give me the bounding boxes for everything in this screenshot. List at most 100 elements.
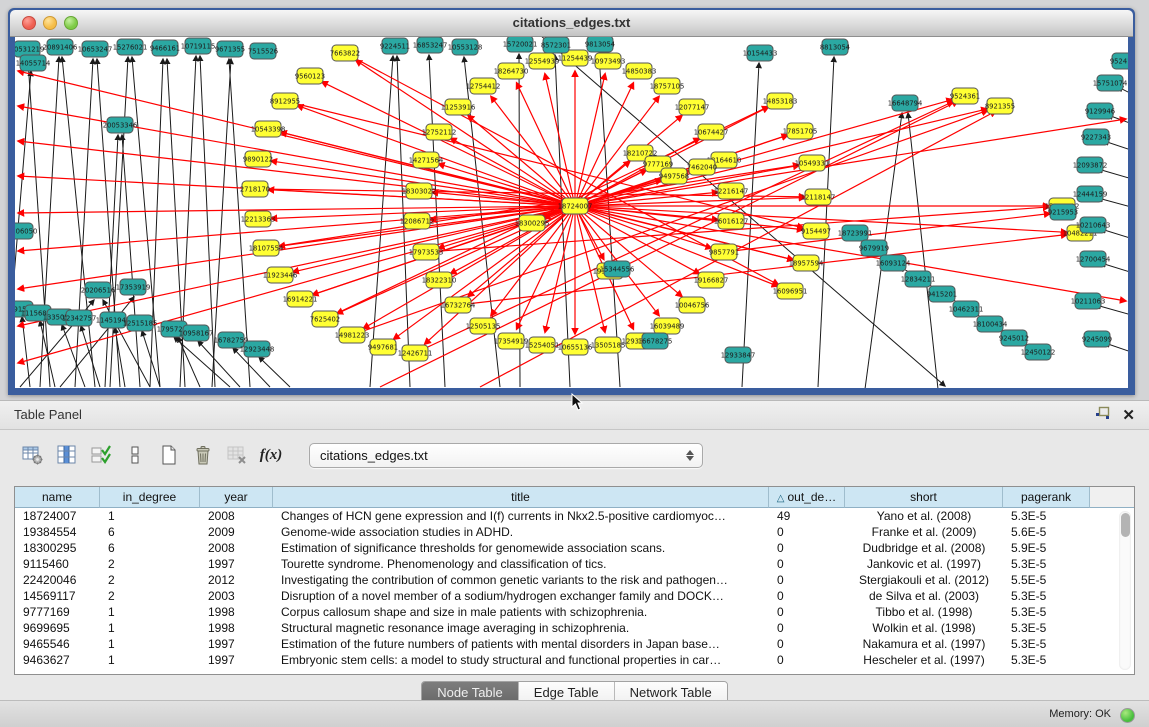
graph-node[interactable]: 15344556 xyxy=(600,261,635,277)
graph-node-selected[interactable]: 10046756 xyxy=(675,297,710,313)
graph-node-selected[interactable]: 7663822 xyxy=(330,45,360,61)
graph-node[interactable]: 16648794 xyxy=(888,95,923,111)
scrollbar-thumb[interactable] xyxy=(1121,513,1130,537)
graph-node-selected[interactable]: 16096951 xyxy=(773,283,808,299)
graph-node[interactable]: 10653247 xyxy=(78,41,113,57)
table-row[interactable]: 1830029562008Estimation of significance … xyxy=(15,540,1134,556)
graph-node-selected[interactable]: 16914221 xyxy=(283,291,318,307)
graph-node-selected[interactable]: 12752112 xyxy=(422,124,457,140)
graph-node-selected[interactable]: 12086712 xyxy=(400,213,435,229)
graph-node-selected[interactable]: 18957594 xyxy=(789,255,824,271)
graph-node-selected[interactable]: 7625402 xyxy=(310,311,340,327)
graph-node-selected[interactable]: 11253916 xyxy=(441,99,476,115)
table-row[interactable]: 1456911722003Disruption of a novel membe… xyxy=(15,588,1134,604)
graph-node[interactable]: 9813054 xyxy=(585,37,615,52)
graph-node[interactable]: 12444159 xyxy=(1073,186,1108,202)
graph-node-selected[interactable]: 16732764 xyxy=(441,297,476,313)
float-panel-icon[interactable] xyxy=(1095,406,1110,425)
graph-node-selected[interactable]: 12118147 xyxy=(801,189,836,205)
table-row[interactable]: 2242004622012Investigating the contribut… xyxy=(15,572,1134,588)
graph-node-selected[interactable]: 14981223 xyxy=(335,327,370,343)
graph-node-selected[interactable]: 18107554 xyxy=(249,240,284,256)
graph-node-selected[interactable]: 10549331 xyxy=(795,155,830,171)
graph-node-selected[interactable]: 12426711 xyxy=(398,345,433,361)
row-select-icon[interactable] xyxy=(89,443,113,467)
graph-node[interactable]: 12093872 xyxy=(1073,157,1108,173)
graph-node-selected[interactable]: 9524361 xyxy=(950,88,980,104)
graph-node[interactable]: 12515185 xyxy=(123,315,158,331)
table-selector-dropdown[interactable]: citations_edges.txt xyxy=(309,443,703,468)
graph-node-selected[interactable]: 12505135 xyxy=(466,318,501,334)
graph-node[interactable]: 16853247 xyxy=(413,37,448,53)
graph-node[interactable]: 16093124 xyxy=(876,255,911,271)
graph-node-selected[interactable]: 11923446 xyxy=(263,267,298,283)
graph-node-selected[interactable]: 18724007 xyxy=(558,198,593,214)
graph-node[interactable]: 9415201 xyxy=(927,286,957,302)
column-header-out_de[interactable]: △out_de… xyxy=(769,487,845,508)
graph-node-selected[interactable]: 18264730 xyxy=(494,63,529,79)
graph-node[interactable]: 25206050 xyxy=(15,223,37,239)
graph-node[interactable]: 14055714 xyxy=(16,55,51,71)
graph-node[interactable]: 15276021 xyxy=(113,39,148,55)
graph-node-selected[interactable]: 12216147 xyxy=(714,183,749,199)
graph-node[interactable]: 10553128 xyxy=(448,39,483,55)
graph-node[interactable]: 9224511 xyxy=(380,38,410,54)
graph-node-selected[interactable]: 12754412 xyxy=(466,78,501,94)
show-column-icon[interactable] xyxy=(55,443,79,467)
table-row[interactable]: 977716911998Corpus callosum shape and si… xyxy=(15,604,1134,620)
graph-node[interactable]: 9129946 xyxy=(1085,103,1115,119)
graph-node[interactable]: 10154433 xyxy=(743,45,778,61)
delete-column-icon[interactable] xyxy=(191,443,215,467)
graph-node[interactable]: 17353919 xyxy=(116,279,151,295)
graph-node[interactable]: 20206516 xyxy=(81,282,116,298)
graph-node[interactable]: 9466161 xyxy=(150,40,180,56)
graph-node[interactable]: 10719115 xyxy=(181,38,216,54)
graph-node[interactable]: 10462311 xyxy=(949,301,984,317)
graph-node[interactable]: 15720021 xyxy=(503,37,538,52)
window-titlebar[interactable]: citations_edges.txt xyxy=(10,10,1133,37)
graph-node[interactable]: 12933847 xyxy=(721,347,756,363)
graph-node[interactable]: 9671355 xyxy=(215,41,245,57)
graph-node[interactable]: 10211063 xyxy=(1071,293,1106,309)
graph-node[interactable]: 9524199 xyxy=(1110,53,1128,69)
graph-node-selected[interactable]: 10655136 xyxy=(558,339,593,355)
graph-node-selected[interactable]: 17973533 xyxy=(409,244,444,260)
graph-node-selected[interactable]: 14850383 xyxy=(622,63,657,79)
row-height-icon[interactable] xyxy=(123,443,147,467)
graph-node-selected[interactable]: 18322310 xyxy=(422,272,457,288)
graph-node[interactable]: 16678275 xyxy=(638,333,673,349)
graph-node[interactable]: 9679919 xyxy=(859,240,889,256)
table-row[interactable]: 1938455462009Genome-wide association stu… xyxy=(15,524,1134,540)
table-row[interactable]: 946362711997Embryonic stem cells: a mode… xyxy=(15,652,1134,668)
graph-node-selected[interactable]: 14853183 xyxy=(763,93,798,109)
graph-node-selected[interactable]: 7462040 xyxy=(687,159,717,175)
citation-network-graph[interactable]: 1872400711254439125549391826473012754412… xyxy=(15,37,1128,388)
graph-node-selected[interactable]: 18757105 xyxy=(650,78,685,94)
graph-node[interactable]: 8572301 xyxy=(541,37,571,53)
graph-node[interactable]: 8813054 xyxy=(820,39,850,55)
graph-node-selected[interactable]: 10973493 xyxy=(591,53,626,69)
graph-node[interactable]: 20891406 xyxy=(43,39,78,55)
column-header-pagerank[interactable]: pagerank xyxy=(1003,487,1090,508)
graph-node-selected[interactable]: 14271564 xyxy=(409,152,444,168)
graph-node-selected[interactable]: 18300295 xyxy=(515,215,550,231)
graph-node[interactable]: 20053346 xyxy=(103,117,138,133)
graph-node-selected[interactable]: 17851705 xyxy=(783,123,818,139)
graph-node-selected[interactable]: 12554939 xyxy=(525,53,560,69)
graph-node[interactable]: 10210643 xyxy=(1076,217,1111,233)
table-scrollbar[interactable] xyxy=(1119,511,1131,670)
graph-node[interactable]: 12700454 xyxy=(1076,251,1111,267)
column-header-year[interactable]: year xyxy=(200,487,273,508)
graph-node-selected[interactable]: 15254051 xyxy=(525,337,560,353)
graph-node[interactable]: 18100434 xyxy=(973,316,1008,332)
graph-node-selected[interactable]: 19166827 xyxy=(694,272,729,288)
graph-node[interactable]: 7515526 xyxy=(248,43,278,59)
table-row[interactable]: 1872400712008Changes of HCN gene express… xyxy=(15,508,1134,524)
graph-node-selected[interactable]: 9560123 xyxy=(295,68,325,84)
column-header-in_degree[interactable]: in_degree xyxy=(100,487,200,508)
graph-node-selected[interactable]: 16039489 xyxy=(650,318,685,334)
graph-node[interactable]: 12834211 xyxy=(901,271,936,287)
graph-node-selected[interactable]: 10543398 xyxy=(251,121,286,137)
network-canvas[interactable]: 1872400711254439125549391826473012754412… xyxy=(15,37,1128,388)
graph-node[interactable]: 9245099 xyxy=(1082,331,1112,347)
